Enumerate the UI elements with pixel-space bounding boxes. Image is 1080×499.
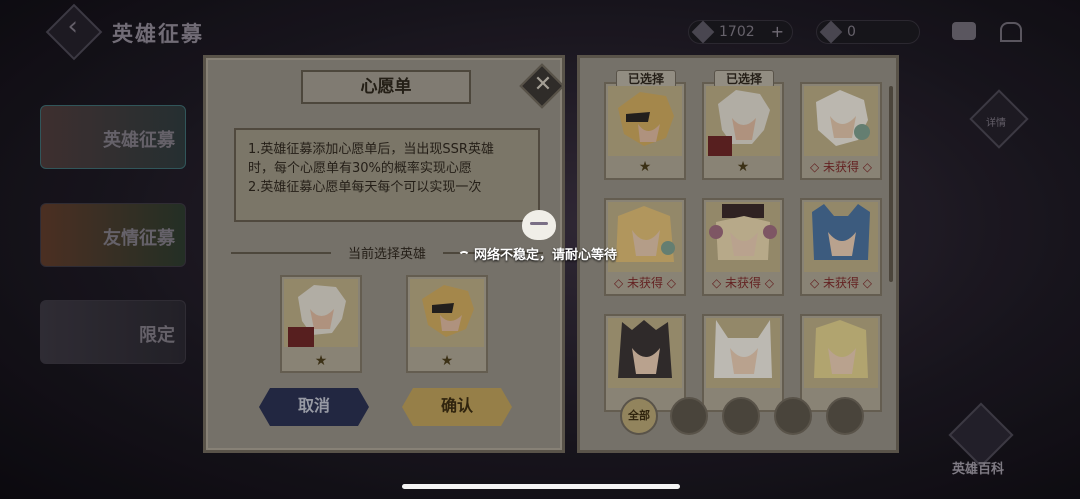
gem-resource: 1702 + — [688, 20, 793, 44]
hero-portrait — [608, 318, 682, 388]
sidebar-item-label: 英雄征募 — [103, 130, 175, 151]
gem-icon — [691, 20, 715, 44]
hero-status: ◇ 未获得 ◇ — [809, 160, 873, 174]
network-toast-text: 网络不稳定，请耐心等待 — [474, 248, 618, 263]
filter-faction-4-button[interactable] — [826, 397, 864, 435]
hero-status: ◇ 未获得 ◇ — [711, 276, 775, 290]
hero-portrait — [410, 279, 484, 347]
top-bar: 英雄征募 1702 + 0 — [0, 0, 1080, 62]
hero-portrait — [608, 202, 682, 272]
chat-icon[interactable] — [952, 22, 976, 40]
details-label: 详情 — [986, 118, 1006, 129]
sidebar-item-limited[interactable]: 限定 — [40, 300, 186, 364]
ticket-icon — [819, 20, 843, 44]
add-gems-button[interactable]: + — [771, 21, 784, 43]
home-icon[interactable] — [1000, 22, 1022, 42]
back-icon[interactable] — [45, 3, 103, 61]
hero-encyclopedia-label: 英雄百科 — [952, 462, 1005, 477]
home-indicator[interactable] — [402, 484, 680, 489]
page-title: 英雄征募 — [112, 22, 204, 46]
wishlist-rules: 1.英雄征募添加心愿单后，当出现SSR英雄 时，每个心愿单有30%的概率实现心愿… — [234, 128, 540, 222]
hero-card[interactable]: ◇ 未获得 ◇ — [702, 198, 784, 296]
wishlist-title: 心愿单 — [301, 70, 471, 104]
star-rating: ★ — [314, 353, 328, 369]
rule-line: 1.英雄征募添加心愿单后，当出现SSR英雄 — [248, 142, 494, 157]
sidebar-item-label: 限定 — [139, 325, 175, 346]
hero-card[interactable]: ◇ 未获得 ◇ — [800, 198, 882, 296]
hero-portrait — [706, 86, 780, 156]
filter-all-button[interactable]: 全部 — [620, 397, 658, 435]
hero-card[interactable]: ◇ 未获得 ◇ — [800, 82, 882, 180]
hero-portrait — [804, 202, 878, 272]
sidebar-item-friend-recruit[interactable]: 友情征募 — [40, 203, 186, 267]
hero-portrait — [608, 86, 682, 156]
ticket-resource: 0 — [816, 20, 920, 44]
gem-count: 1702 — [719, 24, 755, 40]
hero-portrait — [706, 202, 780, 272]
hero-selection-panel: 已选择 ★ 已选择 ★ ◇ 未获得 ◇ ◇ 未获得 ◇ ◇ 未获得 ◇ ◇ 未获… — [577, 55, 899, 453]
star-rating: ★ — [440, 353, 454, 369]
hero-portrait — [706, 318, 780, 388]
rule-line: 时，每个心愿单有30%的概率实现心愿 — [248, 161, 472, 176]
filter-faction-1-button[interactable] — [670, 397, 708, 435]
hero-status: ◇ 未获得 ◇ — [809, 276, 873, 290]
filter-faction-3-button[interactable] — [774, 397, 812, 435]
selected-hero-card[interactable]: ★ — [406, 275, 488, 373]
hero-portrait — [804, 318, 878, 388]
filter-faction-2-button[interactable] — [722, 397, 760, 435]
hero-portrait — [284, 279, 358, 347]
hero-list-scrollbar[interactable] — [889, 86, 893, 282]
rule-line: 2.英雄征募心愿单每天每个可以实现一次 — [248, 180, 482, 195]
ticket-count: 0 — [847, 24, 856, 40]
hero-card[interactable]: 已选择 ★ — [702, 70, 784, 180]
cancel-button[interactable]: 取消 — [259, 388, 369, 426]
hero-status: ★ — [638, 159, 652, 175]
close-icon[interactable]: ✕ — [528, 69, 558, 99]
wifi-icon — [458, 250, 470, 261]
hero-card[interactable]: 已选择 ★ — [604, 70, 686, 180]
recruit-screen: 英雄征募 1702 + 0 英雄征募 友情征募 限定 详情 英雄百科 心愿单 ✕… — [0, 0, 1080, 499]
network-toast: 网络不稳定，请耐心等待 — [458, 244, 617, 263]
sidebar-item-hero-recruit[interactable]: 英雄征募 — [40, 105, 186, 169]
hero-portrait — [804, 86, 878, 156]
selected-hero-card[interactable]: ★ — [280, 275, 362, 373]
hero-status: ◇ 未获得 ◇ — [613, 276, 677, 290]
loading-mascot-icon — [522, 210, 556, 240]
sidebar-item-label: 友情征募 — [103, 228, 175, 249]
confirm-button[interactable]: 确认 — [402, 388, 512, 426]
faction-filter-bar: 全部 — [610, 393, 872, 443]
hero-status: ★ — [736, 159, 750, 175]
